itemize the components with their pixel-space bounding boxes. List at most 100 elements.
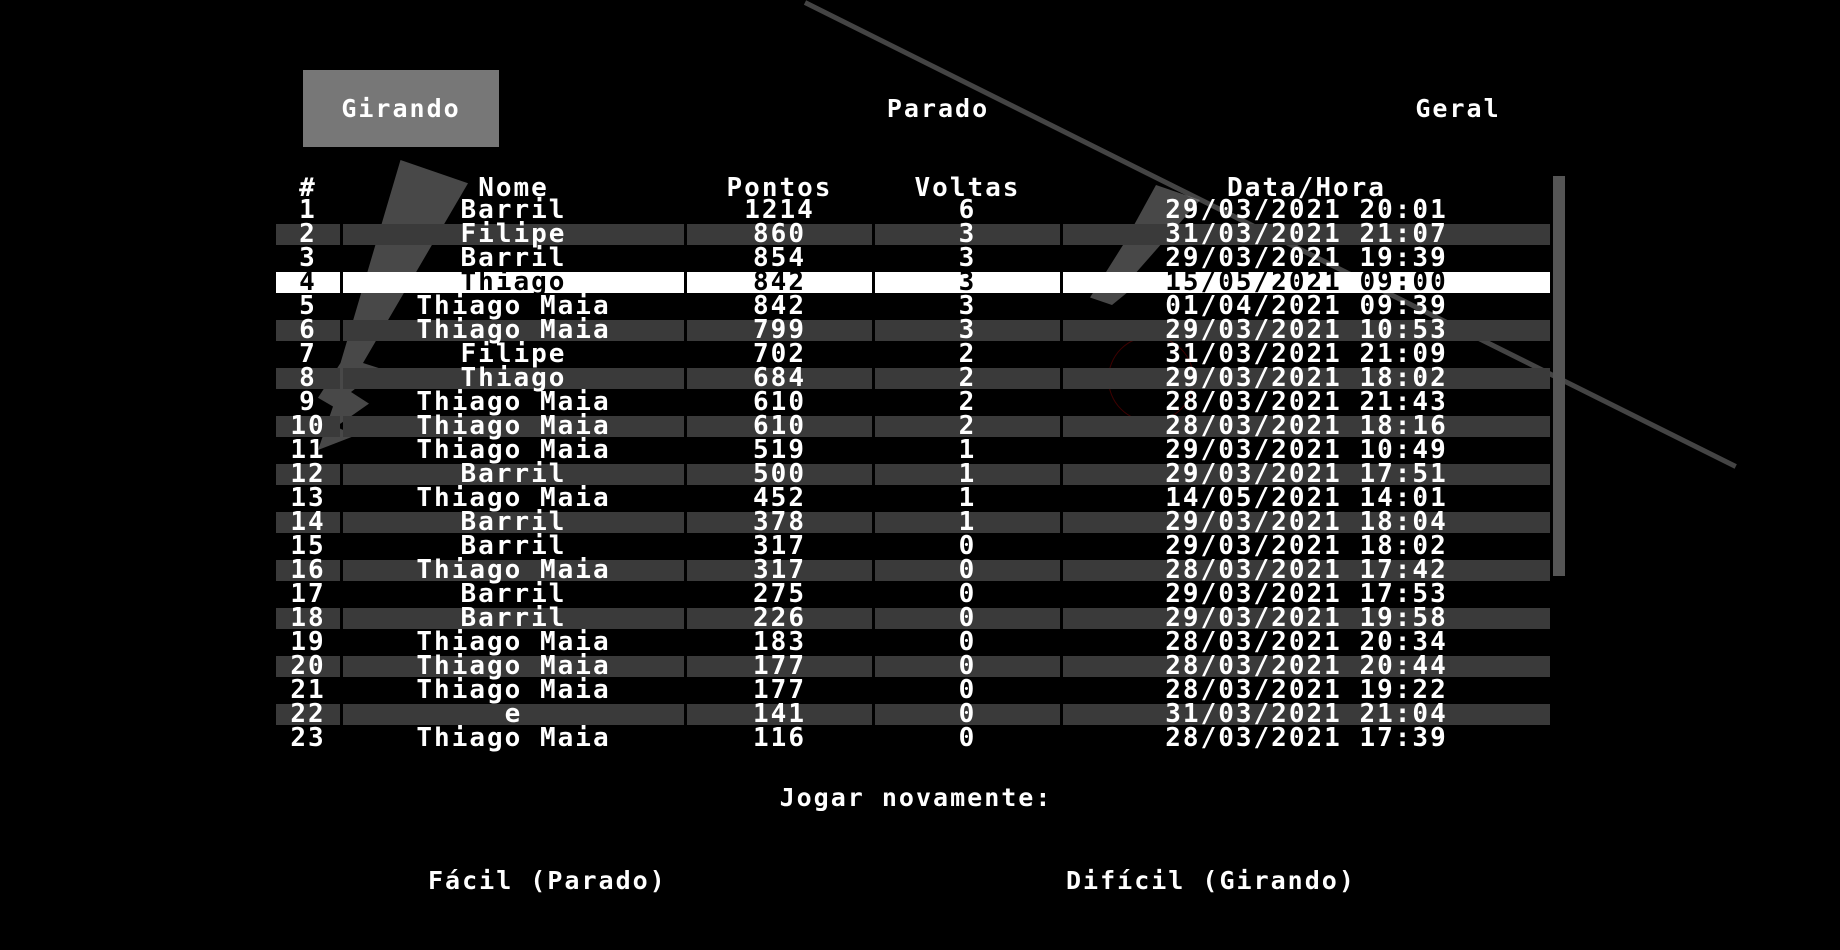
cell-laps: 2 xyxy=(958,339,977,369)
table-row[interactable]: 1 Barril 1214 6 29/03/2021 20:01 xyxy=(276,195,1550,225)
table-row[interactable]: 3 Barril 854 3 29/03/2021 19:39 xyxy=(276,243,1550,273)
tab-geral[interactable]: Geral xyxy=(1388,70,1528,147)
cell-name: Thiago Maia xyxy=(416,483,611,513)
cell-points: 226 xyxy=(687,605,872,631)
tab-girando[interactable]: Girando xyxy=(303,70,499,147)
cell-name: Barril xyxy=(460,531,567,561)
table-row[interactable]: 8 Thiago 684 2 29/03/2021 18:02 xyxy=(276,365,1550,391)
table-row[interactable]: 13 Thiago Maia 452 1 14/05/2021 14:01 xyxy=(276,483,1550,513)
cell-points: 1214 xyxy=(744,195,815,225)
cell-points: 684 xyxy=(687,365,872,391)
cell-rank: 23 xyxy=(290,723,326,753)
cell-datetime: 29/03/2021 17:53 xyxy=(1165,579,1448,609)
play-again-label: Jogar novamente: xyxy=(779,783,1053,812)
cell-points: 177 xyxy=(753,675,806,705)
cell-name: Thiago Maia xyxy=(343,653,684,679)
table-row[interactable]: 4 Thiago 842 3 15/05/2021 09:00 xyxy=(276,269,1550,295)
cell-laps: 1 xyxy=(958,483,977,513)
header-datetime: Data/Hora xyxy=(1227,173,1386,203)
cell-name: Barril xyxy=(343,509,684,535)
table-row[interactable]: 18 Barril 226 0 29/03/2021 19:58 xyxy=(276,605,1550,631)
table-header: # Nome Pontos Voltas Data/Hora xyxy=(276,173,1550,203)
cell-name: Thiago Maia xyxy=(343,557,684,583)
table-scrollbar[interactable] xyxy=(1553,176,1565,576)
cell-name: Barril xyxy=(343,605,684,631)
cell-name: Thiago Maia xyxy=(416,723,611,753)
table-row[interactable]: 22 e 141 0 31/03/2021 21:04 xyxy=(276,701,1550,727)
cell-laps: 2 xyxy=(875,413,1060,439)
cell-points: 378 xyxy=(687,509,872,535)
table-row[interactable]: 19 Thiago Maia 183 0 28/03/2021 20:34 xyxy=(276,627,1550,657)
hard-mode-button[interactable]: Difícil (Girando) xyxy=(1066,862,1356,898)
cell-name: Barril xyxy=(460,195,567,225)
easy-mode-button[interactable]: Fácil (Parado) xyxy=(428,862,667,898)
cell-name: Thiago Maia xyxy=(416,675,611,705)
cell-rank: 4 xyxy=(276,269,340,295)
cell-datetime: 28/03/2021 20:34 xyxy=(1165,627,1448,657)
cell-points: 610 xyxy=(753,387,806,417)
cell-laps: 2 xyxy=(958,387,977,417)
cell-rank: 16 xyxy=(276,557,340,583)
cell-laps: 3 xyxy=(875,317,1060,343)
cell-rank: 8 xyxy=(276,365,340,391)
table-row[interactable]: 11 Thiago Maia 519 1 29/03/2021 10:49 xyxy=(276,435,1550,465)
cell-name: Filipe xyxy=(343,221,684,247)
cell-rank: 18 xyxy=(276,605,340,631)
cell-rank: 12 xyxy=(276,461,340,487)
cell-laps: 0 xyxy=(958,723,977,753)
cell-rank: 21 xyxy=(290,675,326,705)
cell-rank: 9 xyxy=(299,387,317,417)
cell-datetime: 29/03/2021 18:02 xyxy=(1063,365,1550,391)
cell-points: 854 xyxy=(753,243,806,273)
cell-laps: 0 xyxy=(958,627,977,657)
cell-points: 452 xyxy=(753,483,806,513)
cell-laps: 0 xyxy=(875,605,1060,631)
cell-datetime: 29/03/2021 10:49 xyxy=(1165,435,1448,465)
table-row[interactable]: 12 Barril 500 1 29/03/2021 17:51 xyxy=(276,461,1550,487)
cell-rank: 11 xyxy=(290,435,326,465)
table-row[interactable]: 23 Thiago Maia 116 0 28/03/2021 17:39 xyxy=(276,723,1550,753)
cell-points: 500 xyxy=(687,461,872,487)
cell-laps: 0 xyxy=(958,531,977,561)
table-row[interactable]: 14 Barril 378 1 29/03/2021 18:04 xyxy=(276,509,1550,535)
table-row[interactable]: 5 Thiago Maia 842 3 01/04/2021 09:39 xyxy=(276,291,1550,321)
cell-datetime: 28/03/2021 17:42 xyxy=(1063,557,1550,583)
cell-datetime: 31/03/2021 21:07 xyxy=(1063,221,1550,247)
cell-datetime: 31/03/2021 21:09 xyxy=(1165,339,1448,369)
table-row[interactable]: 21 Thiago Maia 177 0 28/03/2021 19:22 xyxy=(276,675,1550,705)
cell-laps: 1 xyxy=(958,435,977,465)
cell-points: 702 xyxy=(753,339,806,369)
table-row[interactable]: 16 Thiago Maia 317 0 28/03/2021 17:42 xyxy=(276,557,1550,583)
header-name: Nome xyxy=(478,173,549,203)
cell-name: Thiago Maia xyxy=(416,387,611,417)
cell-laps: 0 xyxy=(875,557,1060,583)
cell-rank: 13 xyxy=(290,483,326,513)
cell-points: 799 xyxy=(687,317,872,343)
cell-datetime: 15/05/2021 09:00 xyxy=(1063,269,1550,295)
cell-points: 842 xyxy=(753,291,806,321)
table-row[interactable]: 17 Barril 275 0 29/03/2021 17:53 xyxy=(276,579,1550,609)
cell-datetime: 31/03/2021 21:04 xyxy=(1063,701,1550,727)
cell-laps: 0 xyxy=(875,701,1060,727)
table-row[interactable]: 10 Thiago Maia 610 2 28/03/2021 18:16 xyxy=(276,413,1550,439)
cell-datetime: 28/03/2021 19:22 xyxy=(1165,675,1448,705)
table-row[interactable]: 6 Thiago Maia 799 3 29/03/2021 10:53 xyxy=(276,317,1550,343)
cell-points: 141 xyxy=(687,701,872,727)
cell-name: Thiago Maia xyxy=(343,317,684,343)
table-row[interactable]: 2 Filipe 860 3 31/03/2021 21:07 xyxy=(276,221,1550,247)
cell-name: Filipe xyxy=(460,339,567,369)
tab-parado[interactable]: Parado xyxy=(858,70,1018,147)
cell-laps: 0 xyxy=(958,579,977,609)
cell-name: Thiago Maia xyxy=(416,291,611,321)
cell-laps: 6 xyxy=(958,195,977,225)
table-row[interactable]: 15 Barril 317 0 29/03/2021 18:02 xyxy=(276,531,1550,561)
table-row[interactable]: 20 Thiago Maia 177 0 28/03/2021 20:44 xyxy=(276,653,1550,679)
table-row[interactable]: 7 Filipe 702 2 31/03/2021 21:09 xyxy=(276,339,1550,369)
table-row[interactable]: 9 Thiago Maia 610 2 28/03/2021 21:43 xyxy=(276,387,1550,417)
cell-rank: 2 xyxy=(276,221,340,247)
cell-name: Barril xyxy=(343,461,684,487)
cell-rank: 7 xyxy=(299,339,317,369)
cell-points: 317 xyxy=(753,531,806,561)
cell-datetime: 28/03/2021 21:43 xyxy=(1165,387,1448,417)
cell-name: e xyxy=(343,701,684,727)
